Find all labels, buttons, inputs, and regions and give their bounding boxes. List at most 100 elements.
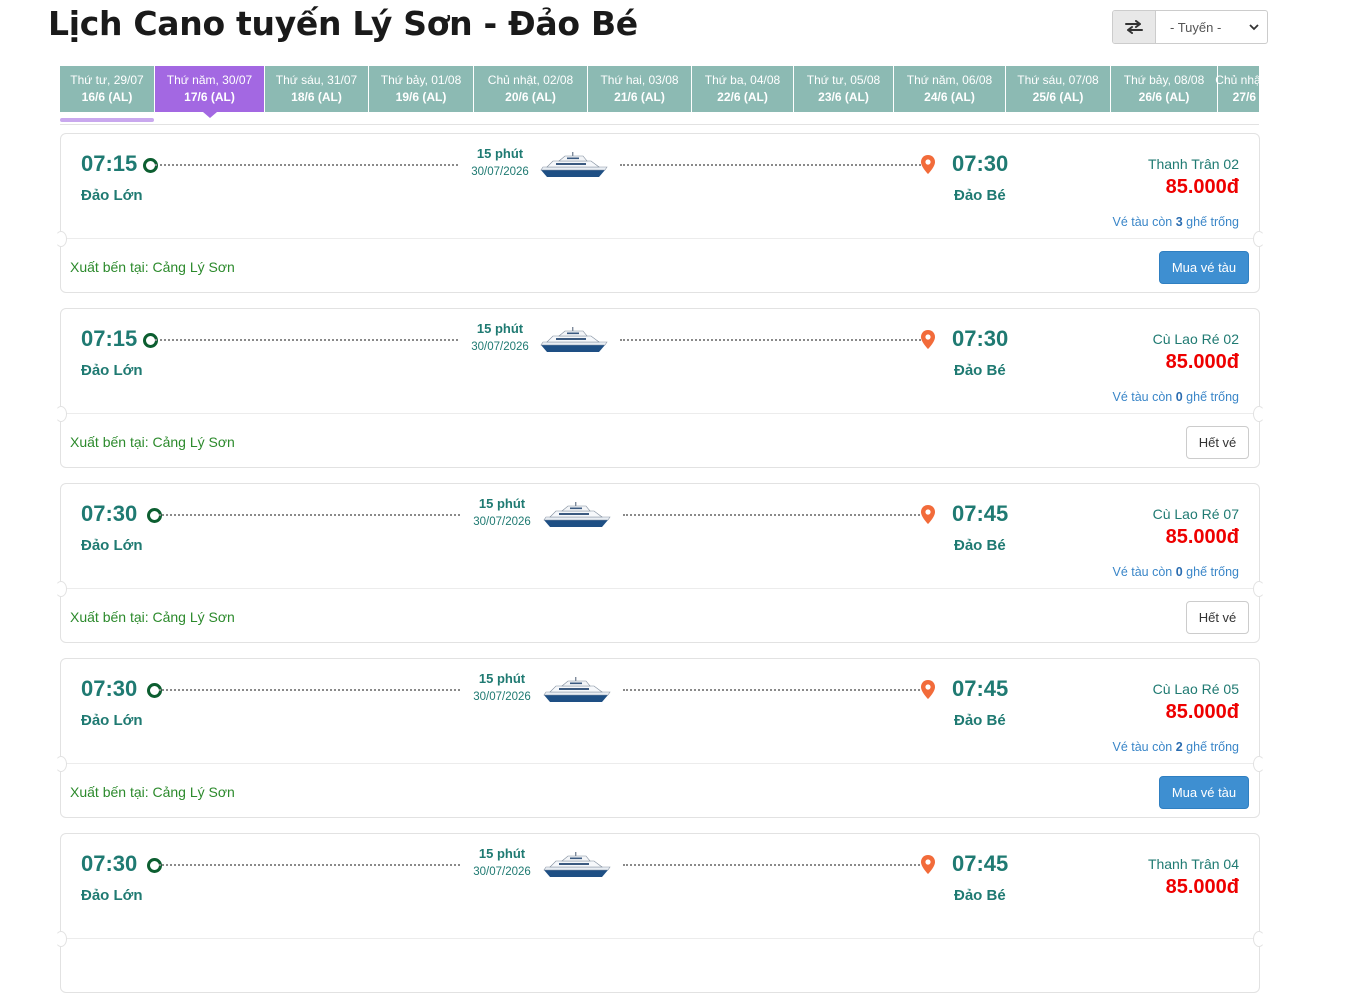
arrival-place: Đảo Bé xyxy=(954,887,1006,904)
date-tab-lunar: 16/6 (AL) xyxy=(81,90,133,104)
date-strip-scrollbar[interactable] xyxy=(60,118,154,122)
date-tab[interactable]: Thứ năm, 30/07 17/6 (AL) xyxy=(155,66,265,118)
seats-prefix: Vé tàu còn xyxy=(1112,390,1173,404)
ticket-notch xyxy=(1253,231,1265,247)
buy-ticket-button[interactable]: Mua vé tàu xyxy=(1159,251,1249,284)
route-controls: - Tuyến - xyxy=(1112,10,1268,44)
date-tab-lunar: 25/6 (AL) xyxy=(1032,90,1084,104)
vessel-name: Cù Lao Ré 05 xyxy=(1152,681,1239,697)
departure-place: Đảo Lớn xyxy=(81,887,143,904)
ticket-price: 85.000đ xyxy=(1165,876,1239,898)
arrival-time: 07:30 xyxy=(952,151,1009,176)
arrival-place: Đảo Bé xyxy=(954,712,1006,729)
seats-prefix: Vé tàu còn xyxy=(1112,740,1173,754)
card-divider xyxy=(61,413,1259,414)
ticket-notch xyxy=(55,931,67,947)
seats-count: 3 xyxy=(1175,215,1183,229)
sold-out-button[interactable]: Hết vé xyxy=(1186,426,1249,459)
boat-icon xyxy=(542,850,612,880)
seats-available: Vé tàu còn 2 ghế trống xyxy=(1112,740,1239,754)
date-strip: Thứ tư, 29/07 16/6 (AL) Thứ năm, 30/07 17/6… xyxy=(60,66,1259,125)
card-divider xyxy=(61,238,1259,239)
arrival-time: 07:45 xyxy=(952,676,1009,701)
chevron-down-icon xyxy=(1249,23,1259,30)
vessel-name: Cù Lao Ré 07 xyxy=(1152,506,1239,522)
date-tab[interactable]: Thứ tư, 29/07 16/6 (AL) xyxy=(60,66,155,112)
route-select-value: - Tuyến - xyxy=(1170,19,1222,35)
date-tab-lunar: 19/6 (AL) xyxy=(395,90,447,104)
route-line-left xyxy=(155,339,458,341)
arrival-time: 07:45 xyxy=(952,851,1009,876)
vessel-name: Cù Lao Ré 02 xyxy=(1152,331,1239,347)
seats-available: Vé tàu còn 3 ghế trống xyxy=(1112,215,1239,229)
route-line-right xyxy=(623,864,924,866)
seats-suffix: ghế trống xyxy=(1186,565,1239,579)
departure-place: Đảo Lớn xyxy=(81,362,143,379)
departure-place: Đảo Lớn xyxy=(81,187,143,204)
date-tab-lunar: 26/6 (AL) xyxy=(1138,90,1190,104)
date-tab[interactable]: Thứ hai, 03/08 21/6 (AL) xyxy=(588,66,692,112)
trip-card: 07:15 Đảo Lớn 15 phút 30/07/2026 07:30 Đảo Bé… xyxy=(55,308,1265,468)
date-tab[interactable]: Thứ bảy, 01/08 19/6 (AL) xyxy=(369,66,474,112)
date-tab[interactable]: Thứ năm, 06/08 24/6 (AL) xyxy=(894,66,1006,112)
date-tab-lunar: 24/6 (AL) xyxy=(924,90,975,104)
departure-time: 07:15 xyxy=(81,326,138,351)
trip-date: 30/07/2026 xyxy=(471,341,529,353)
date-tab-weekday: Thứ bảy, 01/08 xyxy=(380,73,462,87)
trip-duration: 15 phút xyxy=(478,846,526,861)
date-tab[interactable]: Thứ sáu, 31/07 18/6 (AL) xyxy=(265,66,369,112)
route-line-right xyxy=(623,689,924,691)
trip-date: 30/07/2026 xyxy=(473,516,531,528)
date-tab[interactable]: Thứ ba, 04/08 22/6 (AL) xyxy=(692,66,794,112)
route-line-left xyxy=(159,514,460,516)
sold-out-button[interactable]: Hết vé xyxy=(1186,601,1249,634)
date-tab-lunar: 21/6 (AL) xyxy=(614,90,665,104)
departure-port: Xuất bến tại: Cảng Lý Sơn xyxy=(70,609,235,625)
trip-duration: 15 phút xyxy=(478,496,526,511)
arrival-place: Đảo Bé xyxy=(954,537,1006,554)
date-tab[interactable]: Thứ tư, 05/08 23/6 (AL) xyxy=(794,66,894,112)
departure-time: 07:30 xyxy=(81,676,138,701)
departure-time: 07:30 xyxy=(81,501,138,526)
departure-place: Đảo Lớn xyxy=(81,712,143,729)
date-tab[interactable]: Chủ nhật, 09/08 27/6 (AL) xyxy=(1215,66,1259,112)
seats-count: 0 xyxy=(1175,390,1183,404)
date-tab-lunar: 27/6 (AL) xyxy=(1232,90,1259,104)
swap-route-button[interactable] xyxy=(1113,11,1156,43)
buy-ticket-button[interactable]: Mua vé tàu xyxy=(1159,776,1249,809)
date-tab[interactable]: Thứ bảy, 08/08 26/6 (AL) xyxy=(1111,66,1218,112)
departure-place: Đảo Lớn xyxy=(81,537,143,554)
date-tab[interactable]: Thứ sáu, 07/08 25/6 (AL) xyxy=(1006,66,1111,112)
route-line-right xyxy=(620,164,924,166)
departure-time: 07:30 xyxy=(81,851,138,876)
arrival-time: 07:30 xyxy=(952,326,1009,351)
date-tab-lunar: 20/6 (AL) xyxy=(505,90,556,104)
trip-duration: 15 phút xyxy=(478,671,526,686)
map-pin-icon xyxy=(921,680,935,699)
arrival-place: Đảo Bé xyxy=(954,187,1006,204)
date-tab[interactable]: Chủ nhật, 02/08 20/6 (AL) xyxy=(474,66,588,112)
swap-arrows-icon xyxy=(1125,20,1143,34)
card-divider xyxy=(61,763,1259,764)
departure-port: Xuất bến tại: Cảng Lý Sơn xyxy=(70,259,235,275)
trip-card: 07:30 Đảo Lớn 15 phút 30/07/2026 07:45 Đảo Bé… xyxy=(55,483,1265,643)
ticket-notch xyxy=(55,231,67,247)
seats-suffix: ghế trống xyxy=(1186,740,1239,754)
vessel-name: Thanh Trân 04 xyxy=(1147,856,1239,872)
boat-icon xyxy=(542,500,612,530)
seats-prefix: Vé tàu còn xyxy=(1112,565,1173,579)
trip-date: 30/07/2026 xyxy=(473,691,531,703)
route-line-left xyxy=(159,864,460,866)
date-tab-lunar: 23/6 (AL) xyxy=(818,90,869,104)
date-tab-lunar: 18/6 (AL) xyxy=(291,90,342,104)
route-select[interactable]: - Tuyến - xyxy=(1156,11,1267,43)
seats-available: Vé tàu còn 0 ghế trống xyxy=(1112,565,1239,579)
seats-count: 2 xyxy=(1175,740,1183,754)
trip-card: 07:30 Đảo Lớn 15 phút 30/07/2026 07:45 Đảo Bé… xyxy=(55,658,1265,818)
seats-suffix: ghế trống xyxy=(1186,215,1239,229)
trip-date: 30/07/2026 xyxy=(473,866,531,878)
date-tab-weekday: Thứ tư, 05/08 xyxy=(806,73,881,87)
date-tab-weekday: Thứ sáu, 31/07 xyxy=(275,73,358,87)
date-tab-weekday: Thứ hai, 03/08 xyxy=(600,73,679,87)
ticket-notch xyxy=(55,406,67,422)
